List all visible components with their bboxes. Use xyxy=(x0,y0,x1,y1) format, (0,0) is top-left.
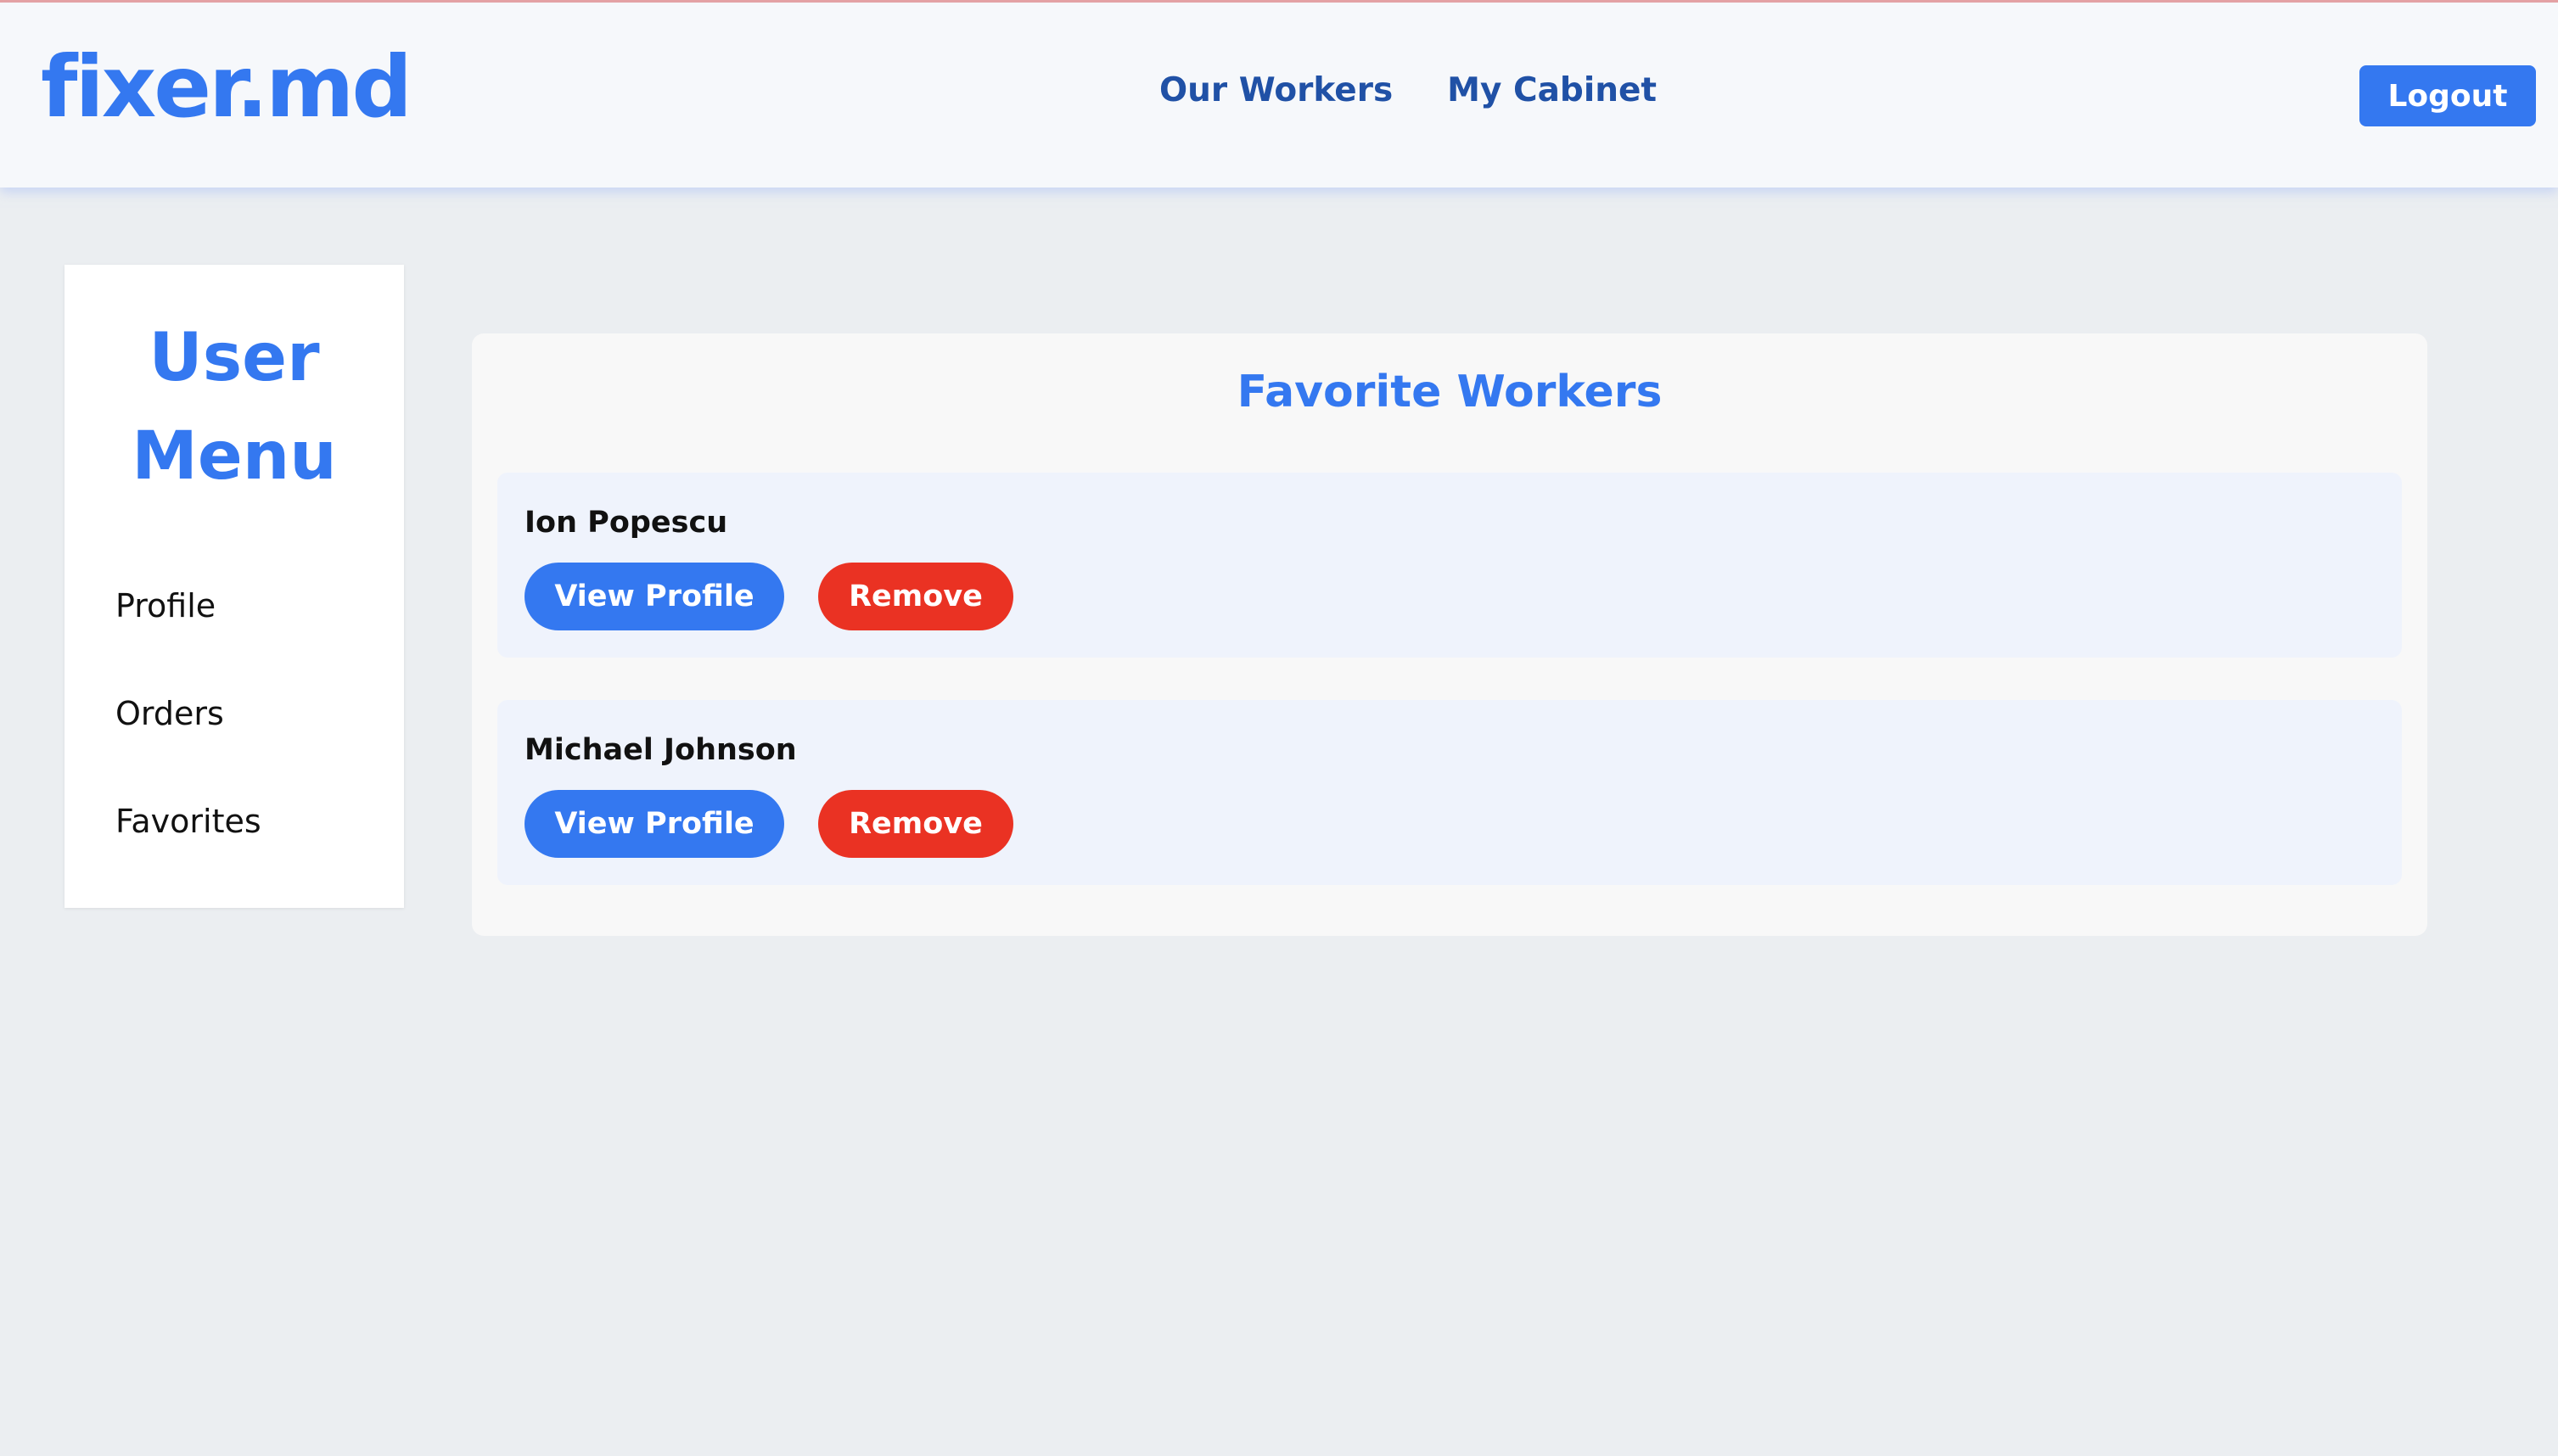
sidebar-item-profile[interactable]: Profile xyxy=(115,587,404,695)
remove-button[interactable]: Remove xyxy=(818,563,1013,630)
main-nav: Our Workers My Cabinet xyxy=(1159,74,1657,107)
sidebar-item-orders[interactable]: Orders xyxy=(115,695,404,803)
sidebar-menu-list: Profile Orders Favorites xyxy=(65,587,404,910)
worker-card: Ion Popescu View Profile Remove xyxy=(497,473,2402,658)
worker-name: Ion Popescu xyxy=(525,506,728,540)
remove-button[interactable]: Remove xyxy=(818,790,1013,858)
nav-link-our-workers[interactable]: Our Workers xyxy=(1159,74,1393,107)
view-profile-button[interactable]: View Profile xyxy=(525,563,784,630)
worker-name: Michael Johnson xyxy=(525,733,797,767)
site-logo[interactable]: fixer.md xyxy=(41,45,412,130)
panel-title: Favorite Workers xyxy=(1237,367,1663,417)
view-profile-button[interactable]: View Profile xyxy=(525,790,784,858)
sidebar-item-favorites[interactable]: Favorites xyxy=(115,803,404,910)
favorite-workers-panel: Favorite Workers Ion Popescu View Profil… xyxy=(472,333,2427,936)
worker-card: Michael Johnson View Profile Remove xyxy=(497,700,2402,885)
top-header: fixer.md Our Workers My Cabinet Logout xyxy=(0,3,2558,188)
nav-link-my-cabinet[interactable]: My Cabinet xyxy=(1447,74,1657,107)
sidebar-title: User Menu xyxy=(132,320,337,495)
logout-button[interactable]: Logout xyxy=(2359,65,2536,126)
user-menu-sidebar: User Menu Profile Orders Favorites xyxy=(65,265,404,908)
